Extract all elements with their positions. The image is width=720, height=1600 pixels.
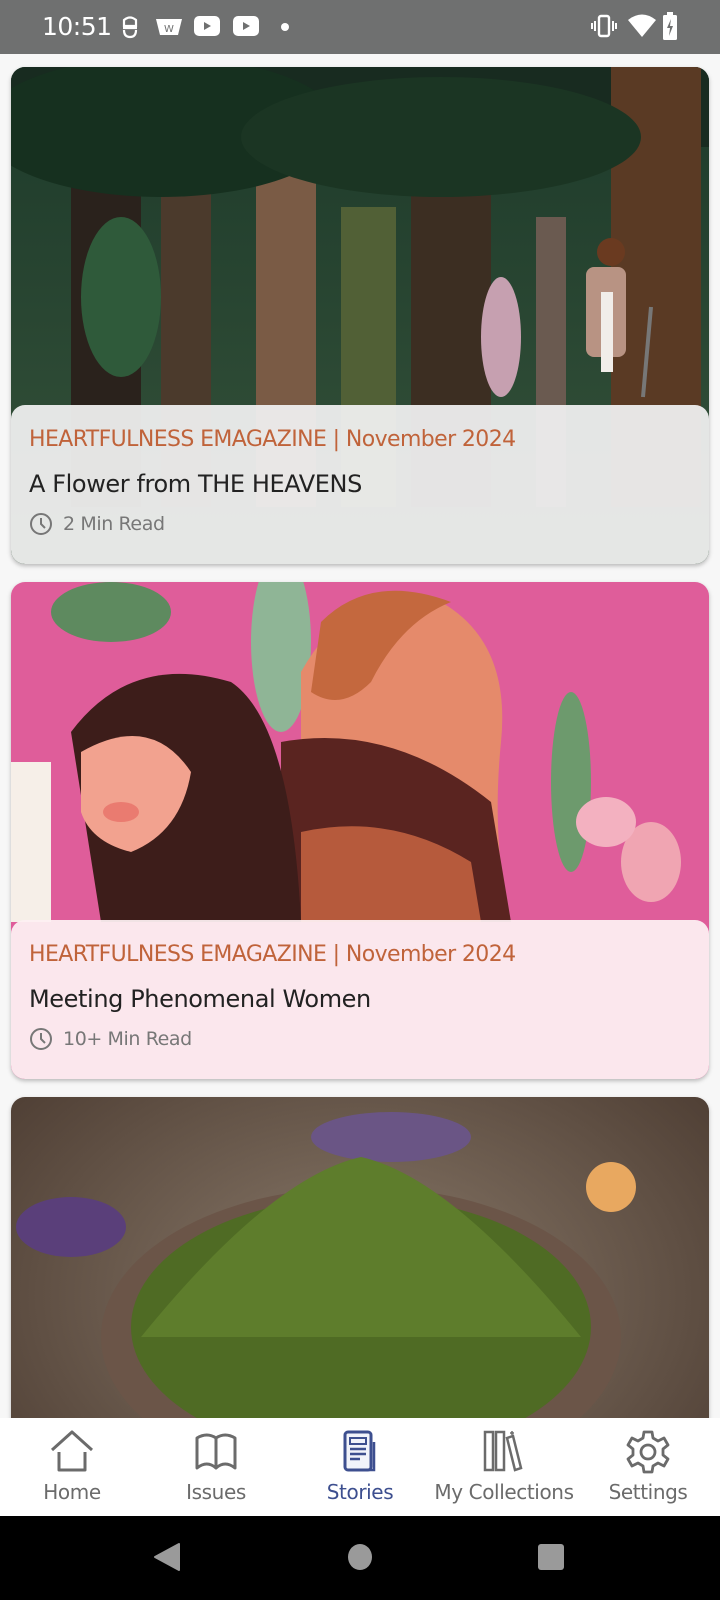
read-time-label: 2 Min Read (63, 513, 165, 535)
wifi-icon (628, 14, 656, 37)
story-image-green-powder (11, 1097, 709, 1418)
story-title[interactable]: A Flower from THE HEAVENS (29, 470, 691, 498)
svg-text:W: W (164, 24, 174, 35)
nav-stories-label: Stories (326, 1480, 394, 1504)
nav-home-label: Home (43, 1480, 101, 1504)
nav-settings[interactable]: Settings (576, 1418, 720, 1516)
story-source: HEARTFULNESS EMAGAZINE | November 2024 (29, 942, 516, 967)
story-info-panel: HEARTFULNESS EMAGAZINE | November 2024 M… (11, 920, 709, 1079)
youtube-icon (233, 16, 259, 36)
vibrate-icon (591, 14, 617, 38)
gear-icon (626, 1430, 670, 1474)
story-info-panel: HEARTFULNESS EMAGAZINE | November 2024 A… (11, 405, 709, 564)
nav-stories[interactable]: Stories (288, 1418, 432, 1516)
stories-list[interactable]: HEARTFULNESS EMAGAZINE | November 2024 A… (0, 54, 720, 1418)
stories-document-icon (343, 1430, 376, 1472)
clock-icon (30, 1028, 52, 1050)
home-icon (50, 1430, 94, 1472)
app-w-icon: W (156, 19, 182, 35)
recents-icon[interactable] (537, 1543, 565, 1571)
clock-icon (30, 513, 52, 535)
nav-settings-label: Settings (608, 1480, 688, 1504)
youtube-icon (194, 16, 220, 36)
dot-icon (281, 23, 289, 31)
story-card[interactable] (11, 1097, 709, 1418)
read-time: 10+ Min Read (29, 1027, 691, 1051)
story-card[interactable]: HEARTFULNESS EMAGAZINE | November 2024 A… (11, 67, 709, 564)
read-time: 2 Min Read (29, 512, 691, 536)
read-time-label: 10+ Min Read (63, 1028, 192, 1050)
status-time: 10:51 (42, 12, 112, 41)
nav-my-collections[interactable]: My Collections (432, 1418, 576, 1516)
status-bar: 10:51 W (0, 0, 720, 54)
story-title[interactable]: Meeting Phenomenal Women (29, 985, 691, 1013)
nav-home[interactable]: Home (0, 1418, 144, 1516)
back-icon[interactable] (153, 1542, 181, 1572)
bottom-navigation: Home Issues Stories My Collections Setti… (0, 1418, 720, 1516)
system-navigation-bar (0, 1516, 720, 1600)
nav-issues-label: Issues (186, 1480, 246, 1504)
notification-app-icon (122, 16, 138, 39)
battery-charging-icon (663, 12, 677, 40)
story-card[interactable]: HEARTFULNESS EMAGAZINE | November 2024 M… (11, 582, 709, 1079)
story-source: HEARTFULNESS EMAGAZINE | November 2024 (29, 427, 516, 452)
nav-issues[interactable]: Issues (144, 1418, 288, 1516)
collections-icon (483, 1430, 523, 1472)
book-open-icon (195, 1433, 237, 1470)
home-circle-icon[interactable] (347, 1543, 373, 1571)
nav-my-collections-label: My Collections (434, 1480, 574, 1504)
